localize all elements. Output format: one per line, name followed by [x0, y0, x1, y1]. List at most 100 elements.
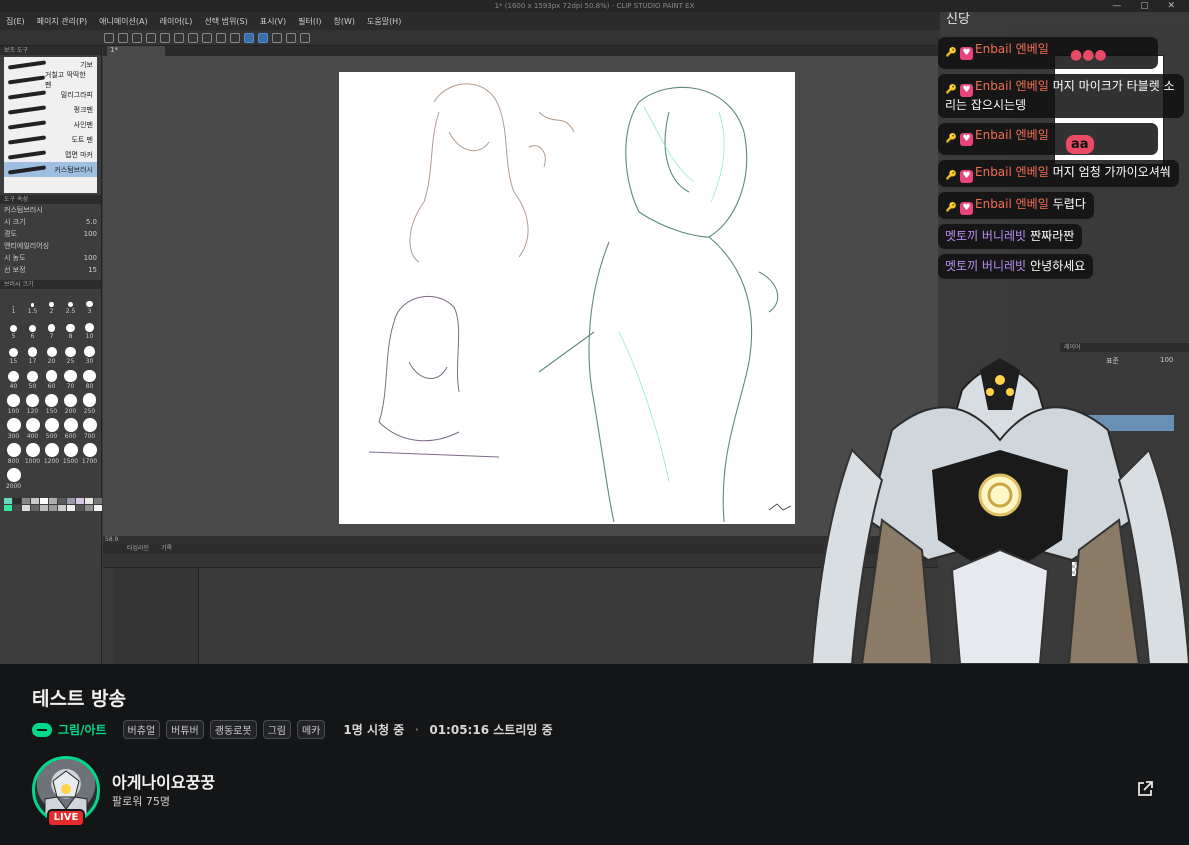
new-file-icon: [104, 32, 114, 43]
chat-nickname[interactable]: Enbail 엔베일: [975, 165, 1049, 179]
brush-dot-icon: [82, 418, 97, 432]
tag-vtuber[interactable]: 버튜버: [166, 720, 204, 739]
color-swatch: [76, 498, 84, 504]
color-swatch: [85, 498, 93, 504]
brush-size-cell: 2.5: [61, 293, 80, 315]
tool-property-title: 도구 속성: [0, 195, 101, 204]
brush-size-cell: 800: [4, 443, 23, 465]
brush-size-cell: 1700: [80, 443, 99, 465]
emote-aa-icon: aa: [1066, 135, 1094, 154]
brush-size-cell: 40: [4, 368, 23, 390]
brush-size-label: 2000: [5, 483, 22, 490]
menu-item: 필터(I): [298, 16, 322, 26]
channel-name[interactable]: 아게나이요꿍꿍: [112, 769, 215, 793]
timeline-left: [113, 568, 199, 664]
brush-size-label: 1000: [24, 458, 41, 465]
brush-size-cell: 1500: [61, 443, 80, 465]
brush-size-label: 200: [64, 408, 77, 415]
brush-size-label: 1.5: [27, 308, 38, 315]
brush-size-label: 2: [49, 308, 54, 315]
meta-separator: ·: [414, 720, 420, 739]
brush-size-cell: 500: [42, 418, 61, 440]
tag-robot[interactable]: 괭동로봇: [209, 720, 257, 739]
key-badge-icon: 🔑: [945, 134, 958, 144]
key-badge-icon: 🔑: [945, 203, 958, 213]
brush-dot-icon: [26, 394, 39, 407]
brush-dot-icon: [7, 370, 20, 382]
follower-count: 팔로워 75명: [112, 795, 170, 808]
chat-nickname[interactable]: Enbail 엔베일: [975, 128, 1049, 142]
vtuber-robot-avatar: [812, 358, 1189, 664]
chat-text: 머지 엄청 가까이오셔쒀: [1052, 165, 1171, 179]
brush-size-cell: 400: [23, 418, 42, 440]
brush-dot-icon: [85, 323, 94, 332]
brush-size-label: 25: [66, 358, 75, 365]
stream-player[interactable]: 1* (1600 x 1593px 72dpi 50.8%) - CLIP ST…: [0, 0, 1189, 664]
brush-label: 사인펜: [73, 120, 93, 129]
chat-text: 짠짜라짠: [1030, 229, 1075, 243]
brush-dot-icon: [49, 302, 54, 307]
chat-nickname[interactable]: 멧토끼 버니레빗: [945, 259, 1026, 273]
grid-icon: [272, 32, 282, 43]
chat-message: 🔑 ♥ Enbail 엔베일 머지 마이크가 타블렛 소리는 잡으시는뎅: [938, 74, 1184, 118]
brush-dot-icon: [84, 346, 95, 357]
pen-icon: [286, 32, 296, 43]
brush-dot-icon: [26, 370, 39, 382]
brush-dot-icon: [30, 303, 35, 307]
tag-mecha[interactable]: 메카: [296, 720, 326, 739]
stream-meta: 그림/아트 버츄얼 버튜버 괭동로봇 그림 메카 1명 시청 중 · 01:05…: [32, 720, 553, 739]
live-badge: LIVE: [47, 809, 85, 827]
color-swatch: [4, 505, 12, 511]
brush-size-label: 150: [45, 408, 58, 415]
color-swatch: [58, 498, 66, 504]
share-icon[interactable]: [1136, 780, 1154, 798]
brush-size-label: 60: [47, 383, 56, 390]
brush-size-label: 3: [87, 308, 92, 315]
tool-property-row: 경도 100: [0, 228, 101, 240]
canvas-tabs: 1*: [103, 46, 938, 56]
rotate-icon: [300, 32, 310, 43]
chat-text: 안녕하세요: [1030, 259, 1086, 273]
stream-title: 테스트 방송: [32, 688, 127, 710]
brush-size-cell: 300: [4, 418, 23, 440]
category-link[interactable]: 그림/아트: [58, 721, 107, 738]
chat-text: 두렵다: [1052, 197, 1086, 211]
brush-dot-icon: [45, 370, 58, 382]
color-swatch: [85, 505, 93, 511]
brush-dot-icon: [65, 346, 76, 357]
brush-size-cell: 1200: [42, 443, 61, 465]
chat-nickname[interactable]: Enbail 엔베일: [975, 79, 1049, 93]
brush-dot-icon: [63, 443, 78, 457]
menu-item: 레이어(L): [159, 16, 193, 26]
stream-info: 테스트 방송 그림/아트 버츄얼 버튜버 괭동로봇 그림 메카 1명 시청 중 …: [0, 664, 1189, 845]
tool-property-name: 커스텀브러시: [0, 204, 101, 216]
tag-drawing[interactable]: 그림: [262, 720, 291, 739]
color-swatch: [13, 498, 21, 504]
tag-virtual[interactable]: 버츄얼: [122, 720, 161, 739]
heart-badge-icon: ♥: [960, 133, 973, 146]
brush-dot-icon: [67, 301, 74, 307]
menu-item: 선택 범위(S): [204, 16, 248, 26]
brush-size-cell: 1000: [23, 443, 42, 465]
brush-size-cell: 5: [4, 318, 23, 340]
brush-item: 커스텀브러시: [4, 162, 97, 177]
brush-size-label: 80: [85, 383, 94, 390]
brush-size-label: 1: [11, 308, 16, 315]
color-swatch: [31, 498, 39, 504]
chat-nickname[interactable]: 멧토끼 버니레빗: [945, 229, 1026, 243]
chat-title: 신당: [946, 12, 970, 27]
chat-nickname[interactable]: Enbail 엔베일: [975, 197, 1049, 211]
brush-size-cell: 150: [42, 393, 61, 415]
brush-dot-icon: [63, 418, 78, 432]
save-icon: [132, 32, 142, 43]
app-title: 1* (1600 x 1593px 72dpi 50.8%) - CLIP ST…: [494, 2, 695, 10]
key-badge-icon: 🔑: [945, 171, 958, 181]
chat-nickname[interactable]: Enbail 엔베일: [975, 42, 1049, 56]
brush-size-cell: 15: [4, 343, 23, 365]
key-badge-icon: 🔑: [945, 85, 958, 95]
brush-size-cell: 50: [23, 368, 42, 390]
brush-size-label: 5: [11, 333, 16, 340]
property-label: 시 크기: [4, 218, 26, 226]
brush-dot-icon: [6, 468, 21, 482]
brush-label: 커스텀브러시: [54, 165, 93, 174]
